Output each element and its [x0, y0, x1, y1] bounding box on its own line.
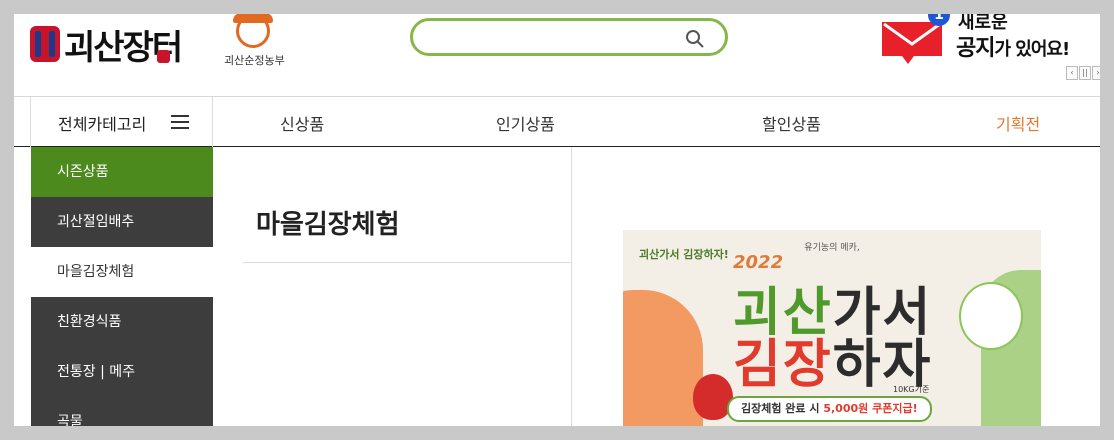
site-logo[interactable]: 괴산장터: [30, 16, 183, 72]
sidebar-item-kimjang-experience[interactable]: 마을김장체험: [31, 247, 213, 297]
sidebar-item-eco-food[interactable]: 친환경식품: [31, 297, 213, 347]
site-header: 괴산장터 괴산순정농부 1 새로운 공지가 있어요! ‹ || ›: [14, 14, 1100, 96]
banner-footnote: 10KG기준: [893, 385, 930, 394]
farm-logo-text: 괴산순정농부: [224, 54, 285, 67]
sidebar-item-salted-cabbage[interactable]: 괴산절임배추: [31, 197, 213, 247]
banner-sub-text: 괴산가서 김장하자!: [639, 248, 729, 261]
main-nav: 전체카테고리 신상품 인기상품 할인상품 기획전: [14, 96, 1100, 147]
pager-pause-button[interactable]: ||: [1079, 66, 1091, 80]
banner-headline-2-red: 김장: [733, 335, 833, 395]
logo-mark-icon: [30, 26, 60, 62]
radish-mascot-icon: [959, 282, 1023, 350]
notice-line2-rest: 가 있어요!: [994, 39, 1070, 60]
notice-pager: ‹ || ›: [1066, 66, 1100, 80]
banner-coupon-caption: 김장체험 완료 시 5,000원 쿠폰지급!: [727, 396, 932, 422]
category-sidebar: 시즌상품 괴산절임배추 마을김장체험 친환경식품 전통장 | 메주 곡물: [31, 147, 213, 426]
sidebar-item-grains[interactable]: 곡물: [31, 397, 213, 426]
all-categories-label: 전체카테고리: [58, 115, 147, 134]
search-input[interactable]: [429, 27, 673, 49]
pager-prev-button[interactable]: ‹: [1066, 66, 1078, 80]
page-frame: 괴산장터 괴산순정농부 1 새로운 공지가 있어요! ‹ || › 전체카테고리…: [14, 14, 1100, 426]
product-banner-image[interactable]: 유기농의 메카, 괴산가서 김장하자! 2022 괴산가서 김장하자 10KG기…: [623, 230, 1041, 426]
farm-logo[interactable]: 괴산순정농부: [224, 14, 294, 70]
title-divider: [243, 262, 571, 263]
notice-line2-strong: 공지: [956, 36, 995, 61]
notice-line2: 공지가 있어요!: [956, 30, 1070, 62]
logo-seal-icon: [157, 49, 171, 63]
pager-next-button[interactable]: ›: [1092, 66, 1100, 80]
content-divider: [571, 147, 572, 426]
sidebar-item-season[interactable]: 시즌상품: [31, 147, 213, 197]
nav-sale-products[interactable]: 할인상품: [762, 111, 821, 135]
search-box: [410, 18, 728, 56]
banner-bg-shape-left: [623, 290, 703, 426]
farmer-face-icon: [233, 14, 273, 48]
page-title: 마을김장체험: [256, 210, 400, 240]
hamburger-menu-icon: [171, 115, 189, 129]
banner-coupon-pre: 김장체험 완료 시: [741, 402, 824, 415]
all-categories-button[interactable]: 전체카테고리: [30, 97, 213, 147]
nav-special-exhibition[interactable]: 기획전: [996, 111, 1040, 135]
banner-coupon-emph: 5,000원 쿠폰지급!: [823, 402, 918, 415]
nav-popular-products[interactable]: 인기상품: [496, 111, 555, 135]
sidebar-item-traditional-sauce[interactable]: 전통장 | 메주: [31, 347, 213, 397]
search-icon[interactable]: [685, 29, 705, 49]
nav-new-products[interactable]: 신상품: [280, 111, 324, 135]
